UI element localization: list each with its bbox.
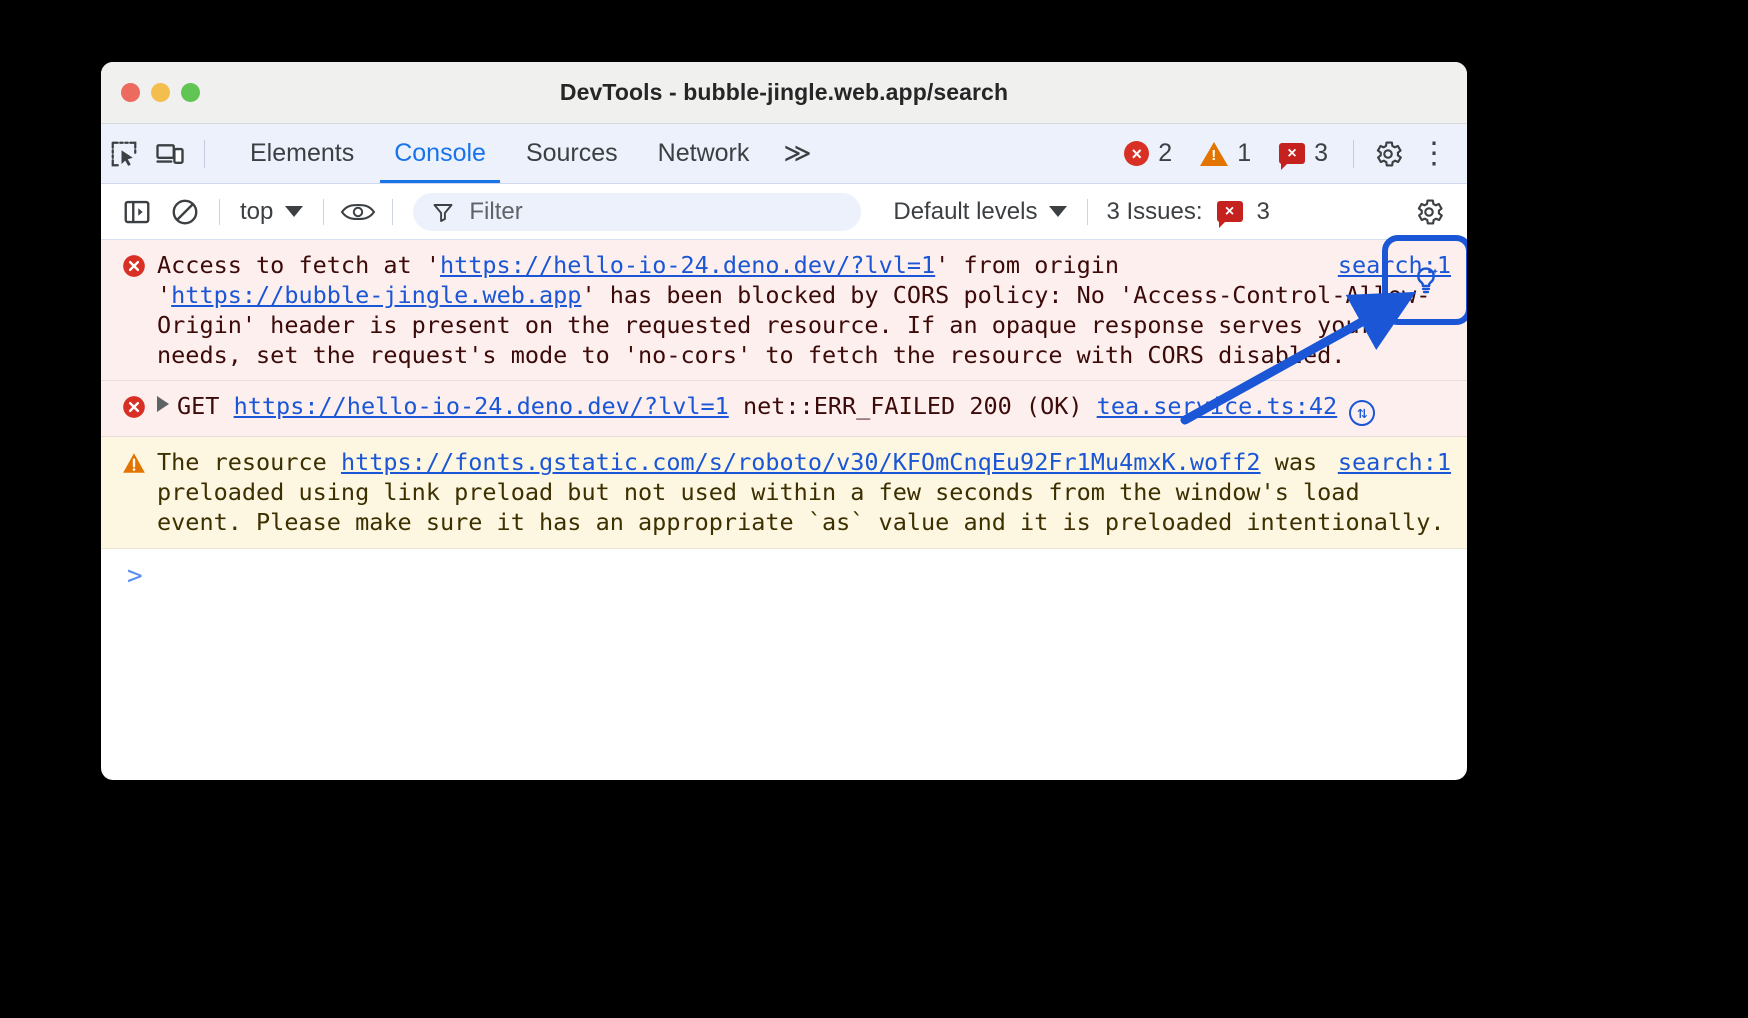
console-settings-gear-icon[interactable]: [1405, 190, 1453, 234]
clear-console-icon[interactable]: [161, 190, 209, 234]
more-options-glyph: ⋮: [1419, 136, 1449, 171]
console-message-network-error[interactable]: GET https://hello-io-24.deno.dev/?lvl=1 …: [101, 381, 1467, 437]
warning-icon: [1200, 142, 1228, 166]
tab-elements[interactable]: Elements: [230, 124, 374, 183]
message-text-part: The resource: [157, 448, 341, 476]
console-message-list: search:1 Access to fetch at 'https://hel…: [101, 240, 1467, 577]
issue-count: 3: [1314, 139, 1328, 168]
log-levels-label: Default levels: [893, 198, 1037, 226]
device-toolbar-icon[interactable]: [147, 132, 193, 176]
gear-icon[interactable]: [1365, 132, 1411, 176]
message-url-link[interactable]: https://fonts.gstatic.com/s/roboto/v30/K…: [341, 448, 1261, 476]
toolbar-divider: [1353, 140, 1354, 168]
message-text: Access to fetch at 'https://hello-io-24.…: [157, 251, 1430, 369]
message-text-part: Access to fetch at ': [157, 251, 440, 279]
tab-console[interactable]: Console: [374, 124, 506, 183]
tab-sources[interactable]: Sources: [506, 124, 638, 183]
space: [1083, 392, 1097, 420]
request-method: GET: [177, 392, 219, 420]
console-toolbar-right: [1405, 190, 1467, 234]
inspect-element-icon[interactable]: [101, 132, 147, 176]
execution-context-selector[interactable]: top: [230, 198, 313, 226]
chevron-down-icon: [285, 206, 303, 217]
issues-label: 3 Issues:: [1106, 198, 1202, 226]
error-icon: ×: [1124, 141, 1149, 166]
message-text: The resource https://fonts.gstatic.com/s…: [157, 448, 1445, 536]
filter-icon: [431, 200, 455, 224]
panel-tabs: Elements Console Sources Network ≫: [230, 124, 826, 183]
more-tabs-icon[interactable]: ≫: [769, 124, 825, 183]
error-counter[interactable]: × 2: [1110, 139, 1186, 168]
console-message-warning[interactable]: search:1 The resource https://fonts.gsta…: [101, 437, 1467, 548]
console-prompt[interactable]: >: [101, 549, 1467, 577]
prompt-chevron-icon: >: [127, 561, 143, 591]
filter-input[interactable]: Filter: [413, 193, 861, 231]
chevron-down-icon: [1049, 206, 1067, 217]
toolbar-divider: [204, 140, 205, 168]
ask-ai-button[interactable]: [1399, 254, 1453, 308]
issues-link[interactable]: 3 Issues: × 3: [1098, 198, 1277, 226]
error-icon: [121, 253, 147, 286]
devtools-window: DevTools - bubble-jingle.web.app/search …: [101, 62, 1467, 780]
issue-icon: ×: [1217, 201, 1243, 222]
console-message-error[interactable]: search:1 Access to fetch at 'https://hel…: [101, 240, 1467, 381]
toolbar-divider: [323, 199, 324, 225]
console-sidebar-toggle-icon[interactable]: [113, 190, 161, 234]
close-window-button[interactable]: [121, 83, 140, 102]
toolbar-divider: [1087, 199, 1088, 225]
error-count: 2: [1158, 139, 1172, 168]
title-bar: DevTools - bubble-jingle.web.app/search: [101, 62, 1467, 124]
message-url-link[interactable]: https://hello-io-24.deno.dev/?lvl=1: [440, 251, 935, 279]
minimize-window-button[interactable]: [151, 83, 170, 102]
space: [219, 392, 233, 420]
issue-icon: ×: [1279, 143, 1305, 164]
toolbar-divider: [219, 199, 220, 225]
space: [729, 392, 743, 420]
warning-count: 1: [1237, 139, 1251, 168]
live-expression-eye-icon[interactable]: [334, 190, 382, 234]
warning-counter[interactable]: 1: [1186, 139, 1265, 168]
expand-triangle-icon[interactable]: [157, 396, 169, 412]
warning-icon: [121, 450, 147, 483]
issue-counters: × 2 1 × 3 ⋮: [1110, 132, 1467, 176]
message-source-link[interactable]: tea.service.ts:42: [1097, 392, 1338, 420]
zoom-window-button[interactable]: [181, 83, 200, 102]
window-title: DevTools - bubble-jingle.web.app/search: [101, 79, 1467, 106]
filter-placeholder: Filter: [469, 198, 522, 226]
console-toolbar: top Filter Default levels 3 Issues: × 3: [101, 184, 1467, 240]
issues-counter[interactable]: × 3: [1265, 139, 1342, 168]
message-source-link[interactable]: search:1: [1338, 447, 1451, 477]
execution-context-label: top: [240, 198, 273, 226]
tab-network[interactable]: Network: [638, 124, 770, 183]
devtools-main-toolbar: Elements Console Sources Network ≫ × 2 1…: [101, 124, 1467, 184]
log-levels-selector[interactable]: Default levels: [883, 198, 1077, 226]
open-in-network-panel-icon[interactable]: ⇅: [1349, 400, 1375, 426]
message-origin-link[interactable]: https://bubble-jingle.web.app: [171, 281, 581, 309]
more-options-icon[interactable]: ⋮: [1411, 132, 1457, 176]
issues-count: 3: [1257, 198, 1270, 226]
traffic-lights: [121, 83, 200, 102]
toolbar-divider: [392, 199, 393, 225]
request-status-text: net::ERR_FAILED 200 (OK): [743, 392, 1083, 420]
error-icon: [121, 394, 147, 427]
request-url-link[interactable]: https://hello-io-24.deno.dev/?lvl=1: [234, 392, 729, 420]
